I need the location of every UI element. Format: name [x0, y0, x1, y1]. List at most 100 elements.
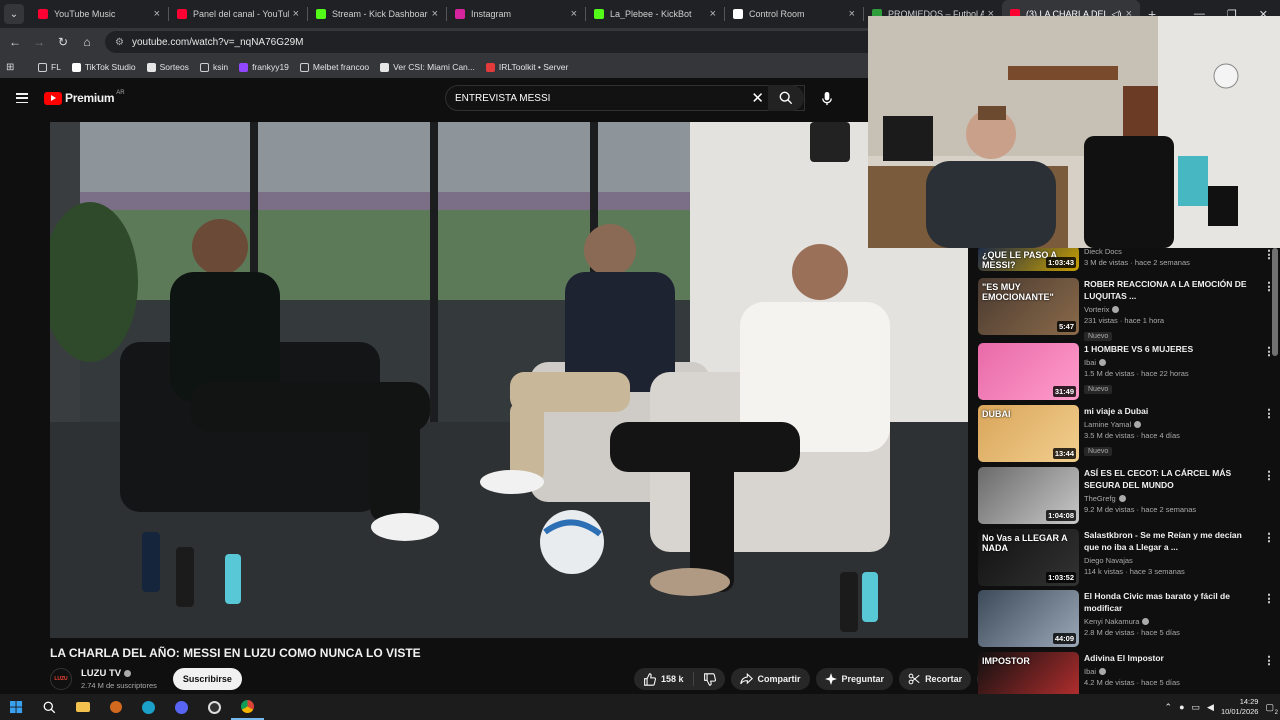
video-title[interactable]: ASÍ ES EL CECOT: LA CÁRCEL MÁS SEGURA DE… — [1084, 467, 1256, 491]
video-player[interactable] — [50, 122, 968, 638]
reload-button[interactable]: ↻ — [51, 35, 75, 49]
recommended-video[interactable]: 31:49 1 HOMBRE VS 6 MUJERES Ibai 1.5 M de v… — [978, 343, 1273, 401]
like-button[interactable]: 158 k — [634, 672, 694, 686]
browser-tab[interactable]: YouTube Music × — [30, 0, 168, 28]
channel-name[interactable]: Diego Navajas — [1084, 556, 1256, 565]
video-thumbnail[interactable]: ¿QUE LE PASO A MESSI? 1:03:43 — [978, 248, 1079, 271]
microphone-tray-icon[interactable]: ● — [1179, 702, 1184, 712]
close-tab-icon[interactable]: × — [571, 8, 577, 20]
chevron-up-icon[interactable]: ⌃ — [1165, 702, 1173, 713]
video-thumbnail[interactable]: 1:04:08 — [978, 467, 1079, 524]
close-tab-icon[interactable]: × — [849, 8, 855, 20]
clip-button[interactable]: Recortar — [899, 668, 972, 690]
youtube-logo[interactable]: Premium AR — [44, 90, 125, 105]
edge-button[interactable] — [132, 694, 165, 720]
close-tab-icon[interactable]: × — [293, 8, 299, 20]
bookmark-item[interactable]: FL — [38, 62, 61, 72]
start-button[interactable] — [0, 694, 33, 720]
voice-search-button[interactable] — [814, 85, 840, 111]
video-thumbnail[interactable]: DUBAI 13:44 — [978, 405, 1079, 462]
channel-name[interactable]: TheGrefg — [1084, 494, 1256, 503]
bookmark-item[interactable]: TikTok Studio — [71, 62, 136, 72]
file-explorer-button[interactable] — [66, 694, 99, 720]
recommended-video[interactable]: "ES MUY EMOCIONANTE" 5:47 ROBER REACCIONA … — [978, 278, 1273, 341]
discord-button[interactable] — [165, 694, 198, 720]
bookmark-item[interactable]: IRLToolkit • Server — [485, 62, 568, 72]
video-title[interactable]: mi viaje a Dubai — [1084, 405, 1256, 417]
forward-button[interactable]: → — [27, 35, 51, 49]
close-tab-icon[interactable]: × — [432, 8, 438, 20]
obs-button[interactable] — [198, 694, 231, 720]
channel-label: Ibai — [1084, 358, 1097, 367]
network-icon[interactable]: ▭ — [1192, 702, 1201, 713]
bookmark-item[interactable]: Melbet francoo — [299, 62, 369, 72]
back-button[interactable]: ← — [3, 35, 27, 49]
browser-tab[interactable]: Panel del canal - YouTube × — [169, 0, 307, 28]
video-thumbnail[interactable]: IMPOSTOR — [978, 652, 1079, 694]
clear-search-icon[interactable]: ✕ — [751, 89, 764, 107]
channel-name[interactable]: Lamine Yamal — [1084, 420, 1256, 429]
scrollbar[interactable] — [1272, 248, 1278, 356]
volume-icon[interactable]: ◀ — [1207, 702, 1214, 713]
channel-name[interactable]: Ibai — [1084, 358, 1256, 367]
clock[interactable]: 14:29 10/01/2026 — [1221, 697, 1259, 717]
search-button[interactable] — [768, 85, 804, 111]
dislike-button[interactable] — [694, 672, 725, 686]
ask-button[interactable]: Preguntar — [815, 668, 894, 690]
more-options-icon[interactable]: ⋮ — [1263, 531, 1274, 544]
video-title[interactable]: Adivina El Impostor — [1084, 652, 1256, 664]
browser-tab[interactable]: Instagram × — [447, 0, 585, 28]
video-title[interactable]: Salastkbron - Se me Reían y me decían qu… — [1084, 529, 1256, 553]
share-button[interactable]: Compartir — [730, 668, 810, 690]
more-options-icon[interactable]: ⋮ — [1263, 654, 1274, 667]
more-options-icon[interactable]: ⋮ — [1263, 407, 1274, 420]
channel-name[interactable]: LUZU TV — [81, 668, 121, 679]
channel-name[interactable]: Kenyi Nakamura — [1084, 617, 1256, 626]
video-duration: 1:03:52 — [1046, 572, 1076, 583]
apps-grid-icon[interactable]: ⊞ — [6, 62, 26, 73]
browser-tab[interactable]: Control Room × — [725, 0, 863, 28]
favicon-icon — [38, 9, 48, 19]
recommended-video[interactable]: 1:04:08 ASÍ ES EL CECOT: LA CÁRCEL MÁS SE… — [978, 467, 1273, 525]
taskbar-search-button[interactable] — [33, 694, 66, 720]
notifications-button[interactable]: ▢ 2 — [1265, 702, 1278, 716]
bookmark-item[interactable]: Ver CSI: Miami Can... — [380, 62, 475, 72]
browser-tab[interactable]: La_Plebee - KickBot × — [586, 0, 724, 28]
home-button[interactable]: ⌂ — [75, 35, 99, 49]
recommended-video[interactable]: DUBAI 13:44 mi viaje a Dubai Lamine Yamal 3.… — [978, 405, 1273, 463]
subscribe-button[interactable]: Suscribirse — [172, 668, 242, 690]
star-icon — [146, 62, 156, 72]
recommended-video[interactable]: IMPOSTOR Adivina El Impostor Ibai 4.2 M de … — [978, 652, 1273, 694]
search-input[interactable]: ENTREVISTA MESSI ✕ — [445, 85, 805, 111]
channel-name[interactable]: Ibai — [1084, 667, 1256, 676]
channel-avatar[interactable]: LUZU — [50, 668, 72, 690]
recommended-video[interactable]: 44:09 El Honda Civic mas barato y fácil d… — [978, 590, 1273, 648]
site-info-icon[interactable]: ⚙ — [115, 37, 124, 48]
recommended-video[interactable]: No Vas a LLEGAR A NADA 1:03:52 Salastkbron… — [978, 529, 1273, 587]
browser-tab[interactable]: Stream - Kick Dashboard × — [308, 0, 446, 28]
taskbar-app-button[interactable] — [99, 694, 132, 720]
folder-icon — [75, 702, 90, 712]
channel-name[interactable]: Vorterix — [1084, 305, 1256, 314]
video-title[interactable]: ROBER REACCIONA A LA EMOCIÓN DE LUQUITAS… — [1084, 278, 1256, 302]
close-tab-icon[interactable]: × — [154, 8, 160, 20]
address-bar[interactable]: ⚙ youtube.com/watch?v=_nqNA76G29M — [105, 31, 905, 53]
menu-icon[interactable] — [16, 93, 28, 103]
video-thumbnail[interactable]: "ES MUY EMOCIONANTE" 5:47 — [978, 278, 1079, 335]
video-stats: 3 M de vistas · hace 2 semanas — [1084, 258, 1190, 267]
bookmark-item[interactable]: ksin — [199, 62, 228, 72]
more-options-icon[interactable]: ⋮ — [1263, 592, 1274, 605]
chrome-button[interactable] — [231, 694, 264, 720]
more-options-icon[interactable]: ⋮ — [1263, 469, 1274, 482]
bookmark-item[interactable]: frankyy19 — [239, 62, 289, 72]
close-tab-icon[interactable]: × — [710, 8, 716, 20]
tab-search-button[interactable]: ⌄ — [4, 4, 24, 24]
video-title[interactable]: 1 HOMBRE VS 6 MUJERES — [1084, 343, 1256, 355]
channel-name[interactable]: Dieck Docs — [1084, 248, 1256, 256]
video-thumbnail[interactable]: No Vas a LLEGAR A NADA 1:03:52 — [978, 529, 1079, 586]
video-thumbnail[interactable]: 44:09 — [978, 590, 1079, 647]
bookmark-item[interactable]: Sorteos — [146, 62, 189, 72]
video-thumbnail[interactable]: 31:49 — [978, 343, 1079, 400]
video-title[interactable]: El Honda Civic mas barato y fácil de mod… — [1084, 590, 1256, 614]
favicon-icon — [594, 9, 604, 19]
